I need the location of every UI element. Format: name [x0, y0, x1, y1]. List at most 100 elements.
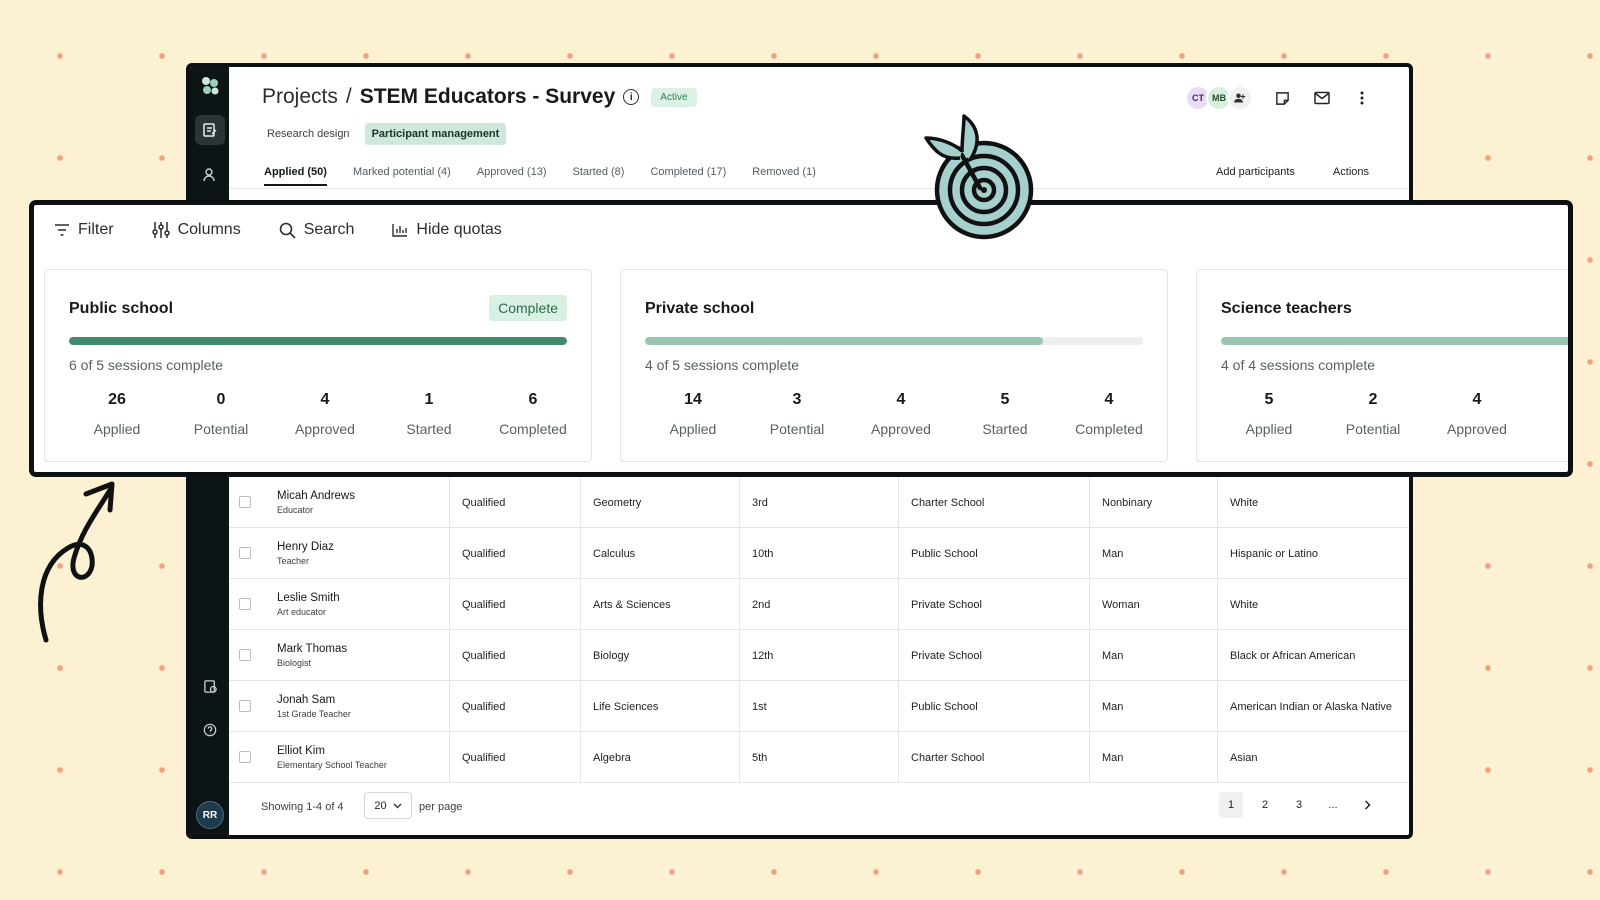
quota-stat: 5 Applied [1217, 391, 1321, 437]
search-label: Search [303, 221, 355, 238]
quota-sessions-text: 4 of 4 sessions complete [1221, 357, 1376, 373]
quota-card[interactable]: Public school Complete 6 of 5 sessions com… [44, 269, 592, 462]
table-row[interactable]: Jonah Sam 1st Grade Teacher Qualified Life … [229, 681, 1409, 732]
participant-name[interactable]: Elliot Kim [277, 745, 449, 757]
participant-name[interactable]: Henry Diaz [277, 541, 449, 553]
search-button[interactable]: Search [279, 221, 355, 239]
tab-marked-potential[interactable]: Marked potential (4) [353, 166, 451, 186]
stat-value: 1 [424, 391, 434, 408]
page-button[interactable]: 3 [1287, 792, 1311, 818]
subtab-participant-management[interactable]: Participant management [364, 123, 507, 145]
table-row[interactable]: Elliot Kim Elementary School Teacher Quali… [229, 732, 1409, 783]
stat-value: 6 [528, 391, 538, 408]
page-button[interactable]: 2 [1253, 792, 1277, 818]
cell-school: Charter School [898, 732, 1089, 783]
mail-icon[interactable] [1311, 87, 1333, 109]
page-button[interactable]: 1 [1219, 792, 1243, 818]
participant-name[interactable]: Mark Thomas [277, 643, 449, 655]
next-page-icon[interactable] [1355, 792, 1379, 818]
quota-stat: 5 Started [953, 391, 1057, 437]
quota-card[interactable]: Private school 4 of 5 sessions complete 14… [620, 269, 1168, 462]
table-footer: Showing 1-4 of 4 20 per page 1 2 3 ... [229, 779, 1409, 835]
search-icon [279, 222, 296, 239]
row-checkbox[interactable] [239, 496, 251, 508]
breadcrumb-separator: / [345, 85, 352, 108]
quota-status-badge: Complete [489, 295, 567, 321]
quota-stat: 0 Potential [169, 391, 273, 437]
cell-gender: Woman [1089, 579, 1217, 630]
cell-status: Qualified [449, 528, 580, 579]
table-toolbar: Filter Columns Search Hide quotas [54, 221, 502, 239]
header-actions: CT MB [1185, 85, 1373, 111]
cell-gender: Man [1089, 732, 1217, 783]
nav-projects-icon[interactable] [195, 115, 225, 145]
tab-completed[interactable]: Completed (17) [650, 166, 726, 186]
nav-participants-icon[interactable] [195, 160, 225, 190]
hide-quotas-button[interactable]: Hide quotas [392, 221, 502, 239]
showing-count: Showing 1-4 of 4 [261, 801, 344, 813]
cell-grade: 1st [739, 681, 898, 732]
cell-school: Public School [898, 681, 1089, 732]
columns-button[interactable]: Columns [151, 221, 241, 239]
note-icon[interactable] [1271, 87, 1293, 109]
quota-card[interactable]: Science teachers 4 of 4 sessions complete… [1196, 269, 1568, 462]
arrow-doodle [38, 481, 115, 643]
stat-label: Potential [1345, 421, 1401, 437]
row-checkbox[interactable] [239, 700, 251, 712]
stat-label: Approved [1447, 421, 1507, 437]
row-checkbox[interactable] [239, 649, 251, 661]
quota-stat: 4 Approved [273, 391, 377, 437]
cell-gender: Man [1089, 528, 1217, 579]
cell-subject: Biology [580, 630, 739, 681]
table-row[interactable]: Mark Thomas Biologist Qualified Biology 12th… [229, 630, 1409, 681]
quota-progress-bar [645, 337, 1143, 345]
breadcrumb-projects[interactable]: Projects [262, 85, 338, 109]
app-logo-icon[interactable] [200, 76, 220, 96]
cell-gender: Man [1089, 630, 1217, 681]
table-row[interactable]: Henry Diaz Teacher Qualified Calculus 10th Pu… [229, 528, 1409, 579]
help-icon[interactable] [195, 715, 225, 745]
add-collaborator-icon[interactable] [1227, 85, 1253, 111]
row-checkbox[interactable] [239, 547, 251, 559]
subtab-research-design[interactable]: Research design [260, 123, 357, 145]
table-row[interactable]: Micah Andrews Educator Qualified Geometry 3r… [229, 477, 1409, 528]
stat-label: Completed [1075, 421, 1143, 437]
row-checkbox[interactable] [239, 598, 251, 610]
user-avatar[interactable]: RR [196, 801, 224, 829]
filter-button[interactable]: Filter [54, 221, 114, 239]
bar-chart-icon [392, 224, 408, 237]
stat-value: 3 [792, 391, 802, 408]
more-options-icon[interactable] [1351, 87, 1373, 109]
cell-subject: Arts & Sciences [580, 579, 739, 630]
participant-name[interactable]: Jonah Sam [277, 694, 449, 706]
info-icon[interactable]: i [623, 89, 640, 105]
cell-grade: 10th [739, 528, 898, 579]
cell-status: Qualified [449, 579, 580, 630]
quota-title: Private school [645, 300, 755, 317]
row-checkbox[interactable] [239, 751, 251, 763]
quota-progress-fill [1221, 337, 1568, 345]
table-row[interactable]: Leslie Smith Art educator Qualified Arts & … [229, 579, 1409, 630]
project-subtabs: Research design Participant management [260, 123, 507, 145]
per-page-value: 20 [374, 799, 387, 812]
cell-ethnicity: Asian [1217, 732, 1409, 783]
quota-stat: 4 Approved [849, 391, 953, 437]
participant-role: Elementary School Teacher [277, 760, 387, 770]
divider [229, 188, 1409, 189]
tab-applied[interactable]: Applied (50) [264, 166, 327, 186]
nav-reports-icon[interactable] [195, 671, 225, 701]
actions-button[interactable]: Actions [1333, 166, 1369, 178]
participant-name[interactable]: Leslie Smith [277, 592, 449, 604]
tab-started[interactable]: Started (8) [573, 166, 625, 186]
participant-name[interactable]: Micah Andrews [277, 490, 449, 502]
per-page-select[interactable]: 20 [364, 792, 412, 819]
quota-progress-fill [69, 337, 567, 345]
tab-approved[interactable]: Approved (13) [477, 166, 547, 186]
cell-school: Charter School [898, 477, 1089, 528]
participant-role: 1st Grade Teacher [277, 709, 351, 719]
quota-title: Public school [69, 300, 174, 317]
add-participants-button[interactable]: Add participants [1216, 166, 1295, 178]
stat-value: 2 [1368, 391, 1378, 408]
quota-sessions-text: 6 of 5 sessions complete [69, 357, 224, 373]
tab-removed[interactable]: Removed (1) [752, 166, 816, 186]
